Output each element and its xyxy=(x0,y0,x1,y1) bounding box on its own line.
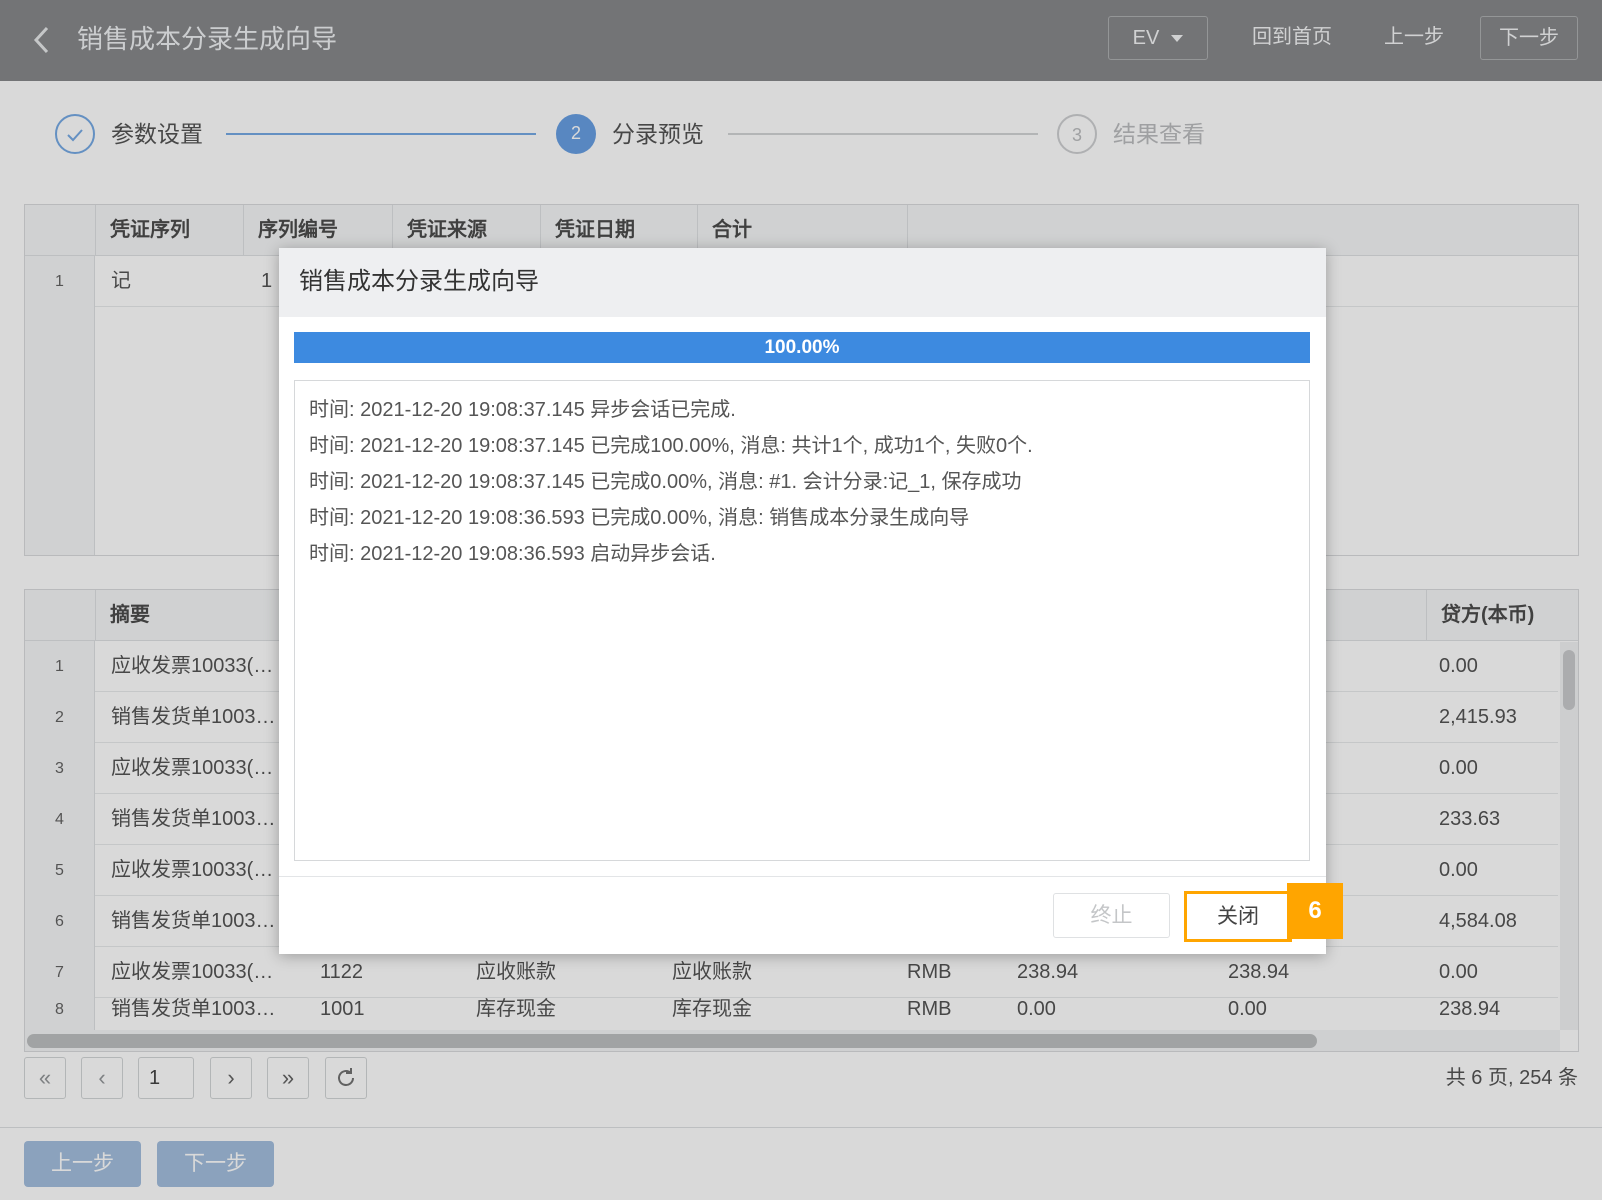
progress-bar: 100.00% xyxy=(294,332,1310,363)
log-line: 时间: 2021-12-20 19:08:37.145 已完成0.00%, 消息… xyxy=(309,471,1022,493)
dialog-title: 销售成本分录生成向导 xyxy=(299,268,539,295)
stop-button[interactable]: 终止 xyxy=(1053,893,1170,938)
log-line: 时间: 2021-12-20 19:08:36.593 已完成0.00%, 消息… xyxy=(309,507,970,529)
log-line: 时间: 2021-12-20 19:08:37.145 已完成100.00%, … xyxy=(309,435,1033,457)
dialog-divider xyxy=(279,876,1326,877)
log-panel[interactable]: 时间: 2021-12-20 19:08:37.145 异步会话已完成. 时间:… xyxy=(294,380,1310,861)
progress-dialog: 销售成本分录生成向导 100.00% 时间: 2021-12-20 19:08:… xyxy=(279,248,1326,954)
log-line: 时间: 2021-12-20 19:08:36.593 启动异步会话. xyxy=(309,543,716,565)
log-line: 时间: 2021-12-20 19:08:37.145 异步会话已完成. xyxy=(309,399,736,421)
dialog-header: 销售成本分录生成向导 xyxy=(279,248,1326,317)
step-callout-badge: 6 xyxy=(1287,883,1343,939)
progress-percent-label: 100.00% xyxy=(764,337,840,358)
close-button[interactable]: 关闭 xyxy=(1184,891,1292,942)
